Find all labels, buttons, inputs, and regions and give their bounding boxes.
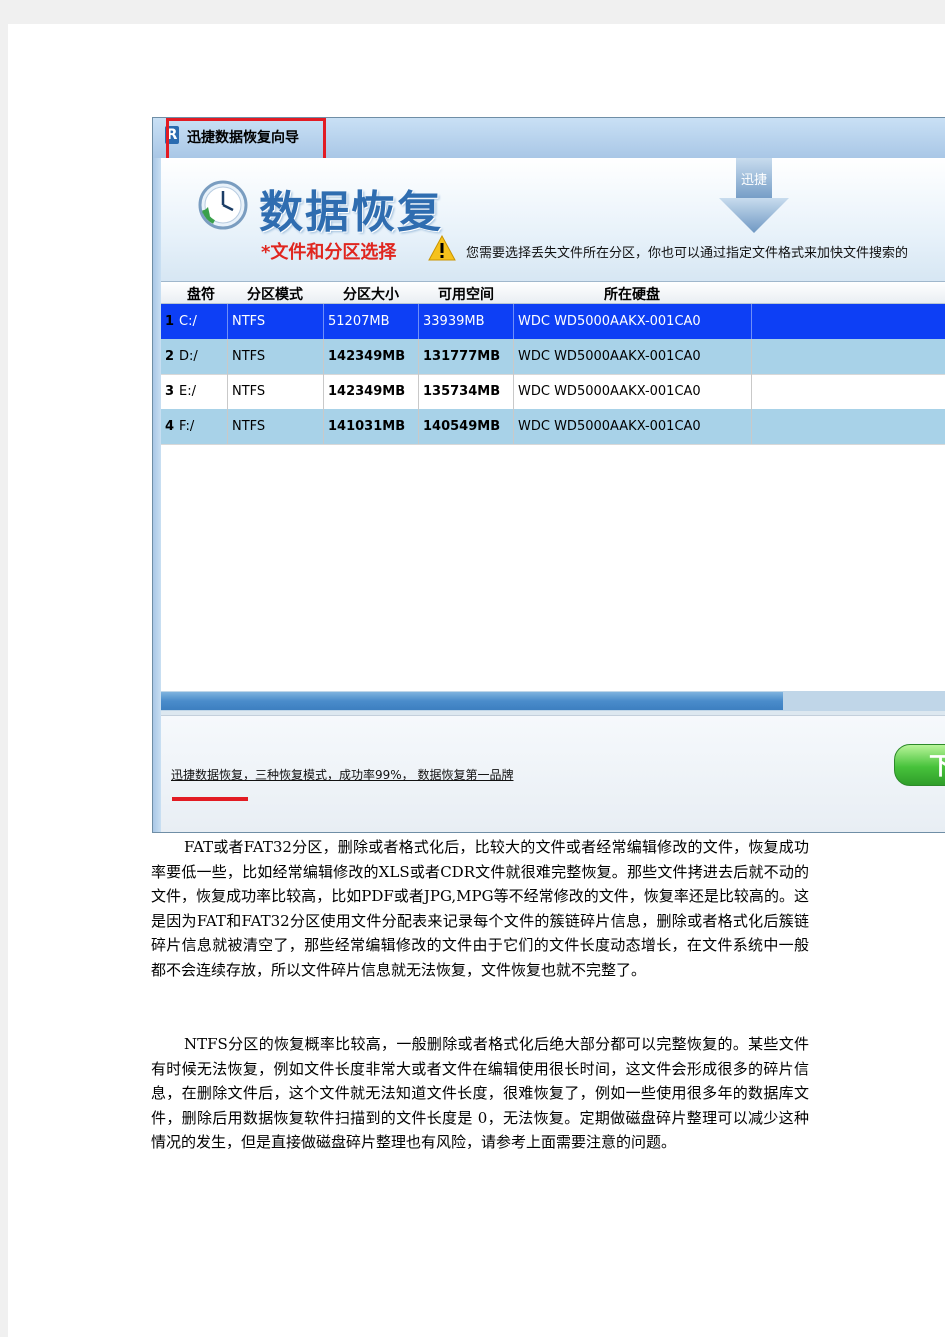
table-row[interactable]: 4 F:/ NTFS 141031MB 140549MB WDC WD5000A…	[161, 409, 945, 445]
cell-mode: NTFS	[228, 374, 324, 409]
cell-size: 142349MB	[324, 374, 419, 409]
column-header-drive[interactable]: 盘符	[187, 284, 215, 304]
article-paragraph-2: NTFS分区的恢复概率比较高，一般删除或者格式化后绝大部分都可以完整恢复的。某些…	[151, 1035, 809, 1151]
column-header-mode[interactable]: 分区模式	[247, 284, 303, 304]
column-header-free[interactable]: 可用空间	[438, 284, 494, 304]
cell-drive: F:/	[175, 409, 228, 444]
cell-mode: NTFS	[228, 339, 324, 374]
scrollbar-thumb[interactable]	[161, 692, 783, 710]
cell-drive: C:/	[175, 304, 228, 339]
window-frame	[153, 158, 161, 832]
cell-drive: E:/	[175, 374, 228, 409]
row-number: 1	[165, 314, 175, 329]
table-header: 盘符 分区模式 分区大小 可用空间 所在硬盘	[161, 282, 945, 304]
arrow-label: 迅捷	[741, 173, 767, 188]
column-header-disk[interactable]: 所在硬盘	[604, 284, 660, 304]
table-row[interactable]: 2 D:/ NTFS 142349MB 131777MB WDC WD5000A…	[161, 339, 945, 375]
cell-mode: NTFS	[228, 304, 324, 339]
cell-free: 131777MB	[419, 339, 514, 374]
column-header-size[interactable]: 分区大小	[343, 284, 399, 304]
partition-table: 盘符 分区模式 分区大小 可用空间 所在硬盘 1 C:/ NTFS 51207M…	[161, 281, 945, 694]
banner-title: 数据恢复	[259, 187, 443, 238]
clock-icon	[198, 180, 248, 230]
warning-icon	[428, 235, 456, 261]
row-number: 4	[165, 419, 175, 434]
article-paragraph-1: FAT或者FAT32分区，删除或者格式化后，比较大的文件或者经常编辑修改的文件，…	[151, 838, 809, 979]
table-row[interactable]: 1 C:/ NTFS 51207MB 33939MB WDC WD5000AAK…	[161, 304, 945, 340]
row-number: 3	[165, 384, 175, 399]
slogan-link[interactable]: 迅捷数据恢复，三种恢复模式，成功率99%， 数据恢复第一品牌	[171, 766, 514, 783]
cell-free: 135734MB	[419, 374, 514, 409]
cell-disk: WDC WD5000AAKX-001CA0	[514, 304, 752, 339]
cell-mode: NTFS	[228, 409, 324, 444]
table-row[interactable]: 3 E:/ NTFS 142349MB 135734MB WDC WD5000A…	[161, 374, 945, 410]
bottom-panel: 迅捷数据恢复，三种恢复模式，成功率99%， 数据恢复第一品牌 下	[161, 715, 945, 832]
cell-size: 141031MB	[324, 409, 419, 444]
cell-disk: WDC WD5000AAKX-001CA0	[514, 339, 752, 374]
cell-size: 51207MB	[324, 304, 419, 339]
cell-free: 33939MB	[419, 304, 514, 339]
title-highlight-box	[166, 118, 326, 162]
cell-size: 142349MB	[324, 339, 419, 374]
step-label: *文件和分区选择	[261, 242, 397, 263]
tip-text: 您需要选择丢失文件所在分区，你也可以通过指定文件格式来加快文件搜索的	[466, 246, 909, 261]
cell-disk: WDC WD5000AAKX-001CA0	[514, 374, 752, 409]
download-arrow-icon: 迅捷	[719, 158, 789, 233]
slogan-underline-mark	[172, 797, 248, 801]
horizontal-scrollbar[interactable]	[161, 691, 945, 711]
app-screenshot: R 迅捷数据恢复向导 数据恢复 迅捷 *文件和分区选择 您需要选择丢失文件所在分…	[152, 117, 945, 833]
window-titlebar: R 迅捷数据恢复向导	[153, 118, 945, 162]
cell-drive: D:/	[175, 339, 228, 374]
row-number: 2	[165, 349, 175, 364]
cell-disk: WDC WD5000AAKX-001CA0	[514, 409, 752, 444]
next-button[interactable]: 下	[894, 744, 945, 786]
cell-free: 140549MB	[419, 409, 514, 444]
banner: 数据恢复 迅捷 *文件和分区选择 您需要选择丢失文件所在分区，你也可以通过指定文…	[161, 158, 945, 283]
